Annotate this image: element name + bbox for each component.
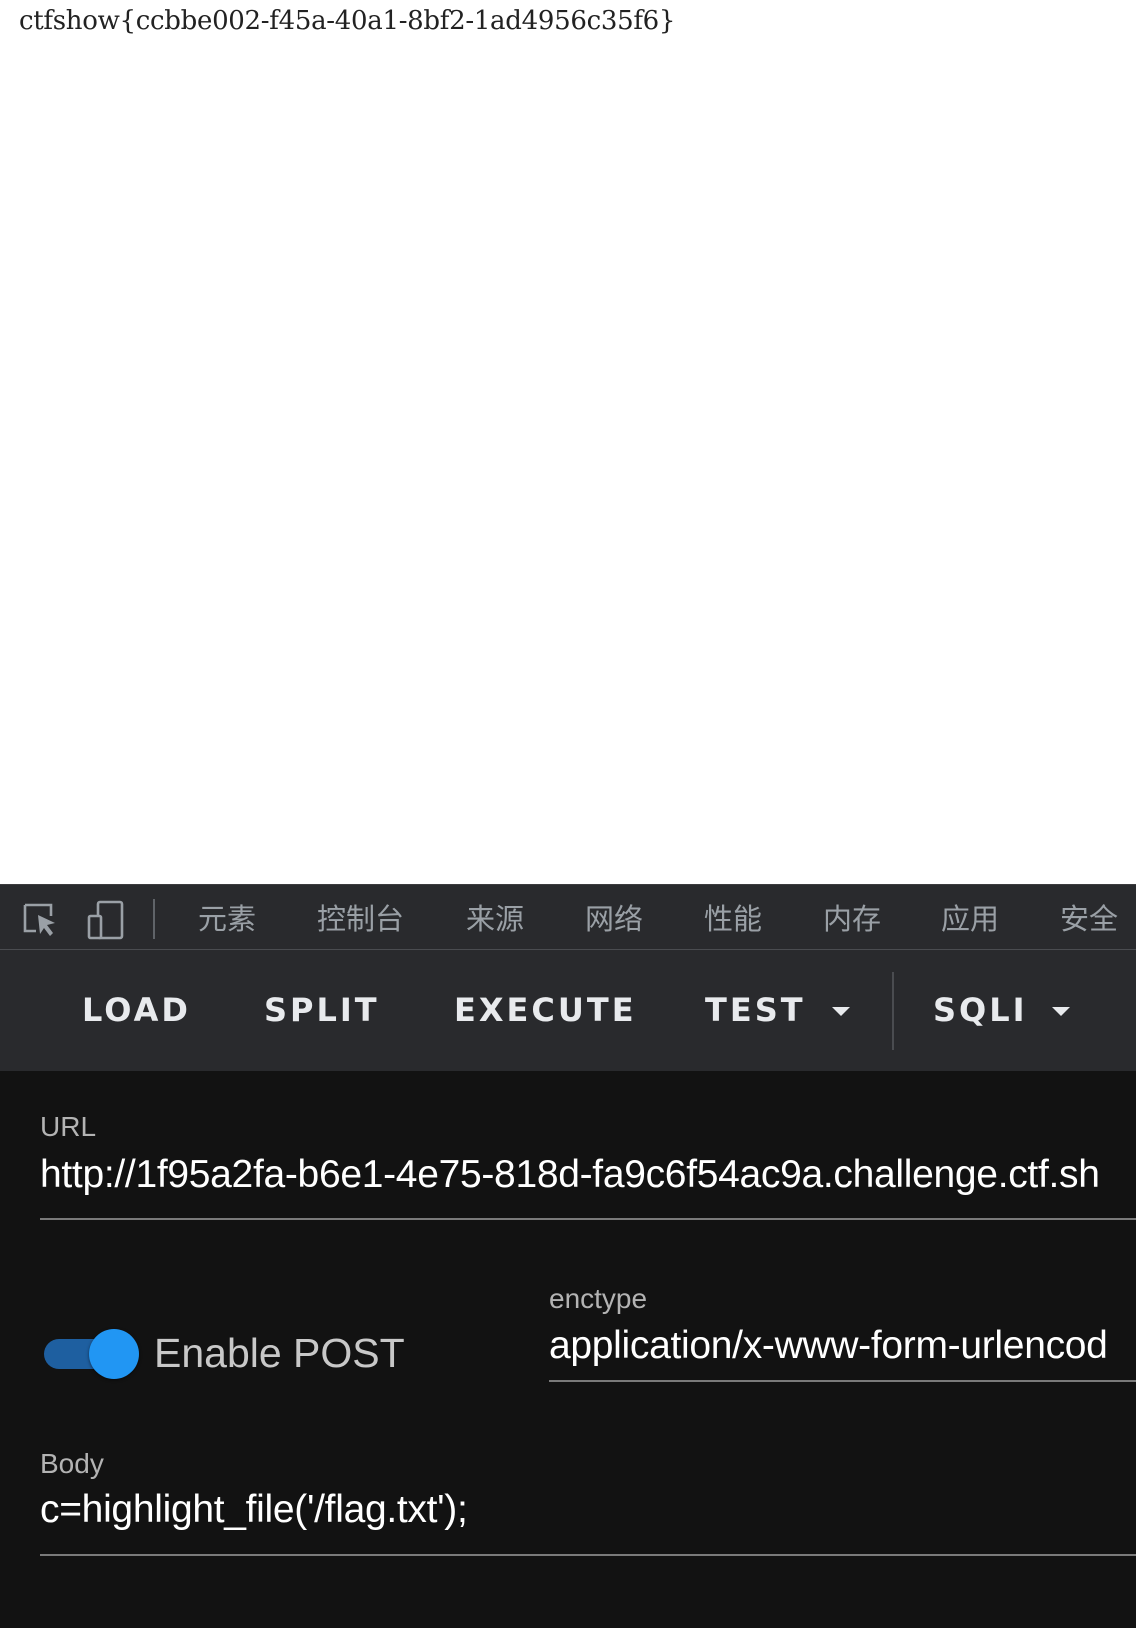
url-label: URL [40,1111,97,1142]
inspect-element-icon[interactable] [20,900,60,940]
enable-post-label: Enable POST [154,1330,405,1376]
url-input-underline [40,1218,1136,1220]
tab-performance[interactable]: 性能 [704,899,762,939]
enctype-label: enctype [549,1283,648,1314]
sqli-dropdown-icon[interactable] [1052,1007,1070,1016]
toolbar-divider [892,972,894,1050]
toggle-knob [89,1329,139,1379]
tab-elements[interactable]: 元素 [198,899,256,939]
tab-console[interactable]: 控制台 [317,899,404,939]
device-toggle-icon[interactable] [86,900,126,940]
enctype-underline [549,1380,1136,1382]
hackbar-form-panel: URL http://1f95a2fa-b6e1-4e75-818d-fa9c6… [0,1071,1136,1628]
sqli-menu-button[interactable]: SQLI [933,990,1028,1030]
url-input[interactable]: http://1f95a2fa-b6e1-4e75-818d-fa9c6f54a… [40,1153,1100,1197]
test-dropdown-icon[interactable] [832,1007,850,1016]
flag-output-text: ctfshow{ccbbe002-f45a-40a1-8bf2-1ad4956c… [19,6,676,36]
body-label: Body [40,1448,104,1479]
tab-network[interactable]: 网络 [585,899,643,939]
body-input[interactable]: c=highlight_file('/flag.txt'); [40,1488,468,1532]
tab-strip-divider [153,899,155,939]
test-menu-button[interactable]: TEST [705,990,806,1030]
tab-sources[interactable]: 来源 [466,899,524,939]
load-button[interactable]: LOAD [82,990,191,1030]
devtools-tab-bar: 元素 控制台 来源 网络 性能 内存 应用 安全 [0,884,1136,950]
body-input-underline [40,1554,1136,1556]
split-button[interactable]: SPLIT [264,990,380,1030]
enable-post-toggle[interactable] [44,1328,140,1380]
execute-button[interactable]: EXECUTE [454,990,637,1030]
tab-application[interactable]: 应用 [941,899,999,939]
hackbar-toolbar: LOAD SPLIT EXECUTE TEST SQLI [0,950,1136,1071]
tab-memory[interactable]: 内存 [823,899,881,939]
enctype-select[interactable]: application/x-www-form-urlencod [549,1324,1108,1368]
web-page-content: ctfshow{ccbbe002-f45a-40a1-8bf2-1ad4956c… [0,0,1136,884]
tab-security[interactable]: 安全 [1060,899,1118,939]
